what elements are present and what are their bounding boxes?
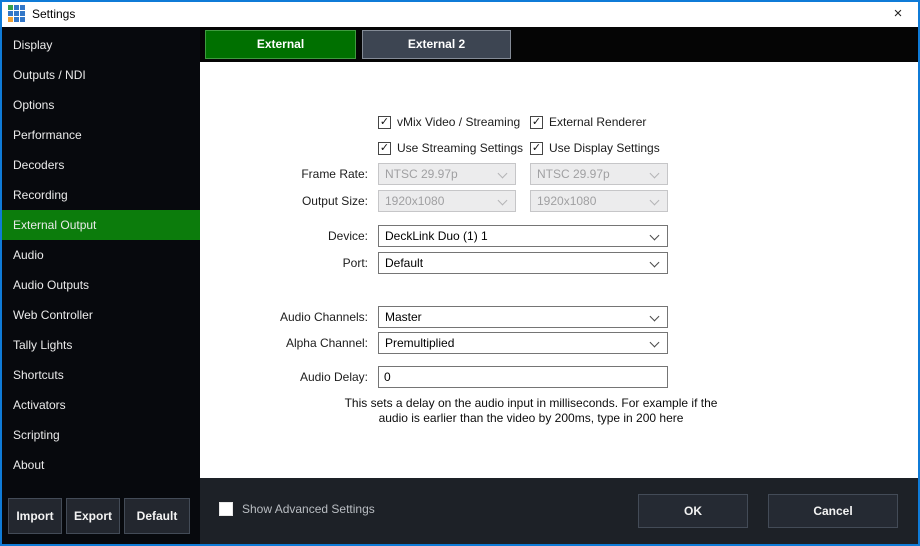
default-button[interactable]: Default bbox=[124, 498, 190, 534]
sidebar-item-options[interactable]: Options bbox=[2, 90, 200, 120]
sidebar-item-display[interactable]: Display bbox=[2, 30, 200, 60]
output-size-row: Output Size: 1920x1080 1920x1080 bbox=[200, 190, 918, 212]
sidebar-item-audio-outputs[interactable]: Audio Outputs bbox=[2, 270, 200, 300]
checked-checkbox-icon[interactable]: ✓ bbox=[378, 142, 391, 155]
port-row: Port: Default bbox=[200, 252, 918, 274]
device-row: Device: DeckLink Duo (1) 1 bbox=[200, 225, 918, 247]
show-advanced-settings-label: Show Advanced Settings bbox=[242, 502, 375, 516]
sidebar-item-recording[interactable]: Recording bbox=[2, 180, 200, 210]
frame-rate-label: Frame Rate: bbox=[200, 163, 368, 185]
chevron-down-icon bbox=[650, 196, 660, 206]
audio-delay-input[interactable] bbox=[378, 366, 668, 388]
audio-channels-dropdown[interactable]: Master bbox=[378, 306, 668, 328]
audio-delay-label: Audio Delay: bbox=[200, 366, 368, 388]
chevron-down-icon bbox=[650, 231, 660, 241]
sidebar-item-decoders[interactable]: Decoders bbox=[2, 150, 200, 180]
vmix-logo-icon bbox=[8, 5, 26, 23]
sidebar-nav: Display Outputs / NDI Options Performanc… bbox=[2, 27, 200, 480]
cancel-button[interactable]: Cancel bbox=[768, 494, 898, 528]
checked-checkbox-icon[interactable]: ✓ bbox=[530, 142, 543, 155]
export-button[interactable]: Export bbox=[66, 498, 120, 534]
chevron-down-icon bbox=[498, 169, 508, 179]
window-title: Settings bbox=[32, 2, 75, 27]
sidebar-item-external-output[interactable]: External Output bbox=[2, 210, 200, 240]
vmix-video-streaming-checkbox[interactable]: ✓ vMix Video / Streaming bbox=[378, 114, 520, 130]
sidebar: Display Outputs / NDI Options Performanc… bbox=[2, 27, 200, 544]
close-icon[interactable]: × bbox=[884, 2, 912, 27]
title-bar: Settings × bbox=[2, 2, 918, 27]
device-label: Device: bbox=[200, 225, 368, 247]
checkbox-row-1: ✓ vMix Video / Streaming ✓ External Rend… bbox=[200, 114, 918, 130]
sidebar-item-activators[interactable]: Activators bbox=[2, 390, 200, 420]
device-dropdown[interactable]: DeckLink Duo (1) 1 bbox=[378, 225, 668, 247]
sidebar-item-audio[interactable]: Audio bbox=[2, 240, 200, 270]
alpha-channel-label: Alpha Channel: bbox=[200, 332, 368, 354]
chevron-down-icon bbox=[650, 338, 660, 348]
external-renderer-label: External Renderer bbox=[549, 115, 646, 129]
audio-channels-label: Audio Channels: bbox=[200, 306, 368, 328]
chevron-down-icon bbox=[650, 258, 660, 268]
sidebar-item-performance[interactable]: Performance bbox=[2, 120, 200, 150]
unchecked-checkbox-icon[interactable] bbox=[219, 502, 233, 516]
chevron-down-icon bbox=[650, 169, 660, 179]
use-display-settings-checkbox[interactable]: ✓ Use Display Settings bbox=[530, 140, 660, 156]
main-panel: External External 2 ✓ vMix Video / Strea… bbox=[200, 27, 918, 544]
chevron-down-icon bbox=[650, 312, 660, 322]
tab-external-2[interactable]: External 2 bbox=[362, 30, 511, 59]
frame-rate-dropdown-1: NTSC 29.97p bbox=[378, 163, 516, 185]
show-advanced-settings-checkbox[interactable]: Show Advanced Settings bbox=[219, 502, 375, 516]
port-label: Port: bbox=[200, 252, 368, 274]
port-dropdown[interactable]: Default bbox=[378, 252, 668, 274]
frame-rate-dropdown-2: NTSC 29.97p bbox=[530, 163, 668, 185]
use-streaming-settings-label: Use Streaming Settings bbox=[397, 141, 523, 155]
footer-bar: Show Advanced Settings OK Cancel bbox=[200, 478, 918, 544]
sidebar-item-tally-lights[interactable]: Tally Lights bbox=[2, 330, 200, 360]
use-display-settings-label: Use Display Settings bbox=[549, 141, 660, 155]
sidebar-item-shortcuts[interactable]: Shortcuts bbox=[2, 360, 200, 390]
checked-checkbox-icon[interactable]: ✓ bbox=[378, 116, 391, 129]
alpha-channel-dropdown[interactable]: Premultiplied bbox=[378, 332, 668, 354]
output-size-dropdown-1: 1920x1080 bbox=[378, 190, 516, 212]
audio-delay-row: Audio Delay: bbox=[200, 366, 918, 388]
import-button[interactable]: Import bbox=[8, 498, 62, 534]
use-streaming-settings-checkbox[interactable]: ✓ Use Streaming Settings bbox=[378, 140, 523, 156]
checkbox-row-2: ✓ Use Streaming Settings ✓ Use Display S… bbox=[200, 140, 918, 156]
sidebar-buttons: Import Export Default bbox=[8, 498, 190, 534]
frame-rate-row: Frame Rate: NTSC 29.97p NTSC 29.97p bbox=[200, 163, 918, 185]
external-renderer-checkbox[interactable]: ✓ External Renderer bbox=[530, 114, 646, 130]
checked-checkbox-icon[interactable]: ✓ bbox=[530, 116, 543, 129]
audio-delay-help-text: This sets a delay on the audio input in … bbox=[340, 396, 722, 426]
output-size-label: Output Size: bbox=[200, 190, 368, 212]
sidebar-item-about[interactable]: About bbox=[2, 450, 200, 480]
tab-strip: External External 2 bbox=[200, 27, 918, 62]
sidebar-item-outputs-ndi[interactable]: Outputs / NDI bbox=[2, 60, 200, 90]
audio-channels-row: Audio Channels: Master bbox=[200, 306, 918, 328]
vmix-video-streaming-label: vMix Video / Streaming bbox=[397, 115, 520, 129]
external-output-form: ✓ vMix Video / Streaming ✓ External Rend… bbox=[200, 62, 918, 478]
tab-external[interactable]: External bbox=[205, 30, 356, 59]
settings-window: Settings × Display Outputs / NDI Options… bbox=[0, 0, 920, 546]
alpha-channel-row: Alpha Channel: Premultiplied bbox=[200, 332, 918, 354]
ok-button[interactable]: OK bbox=[638, 494, 748, 528]
sidebar-item-web-controller[interactable]: Web Controller bbox=[2, 300, 200, 330]
sidebar-item-scripting[interactable]: Scripting bbox=[2, 420, 200, 450]
output-size-dropdown-2: 1920x1080 bbox=[530, 190, 668, 212]
chevron-down-icon bbox=[498, 196, 508, 206]
